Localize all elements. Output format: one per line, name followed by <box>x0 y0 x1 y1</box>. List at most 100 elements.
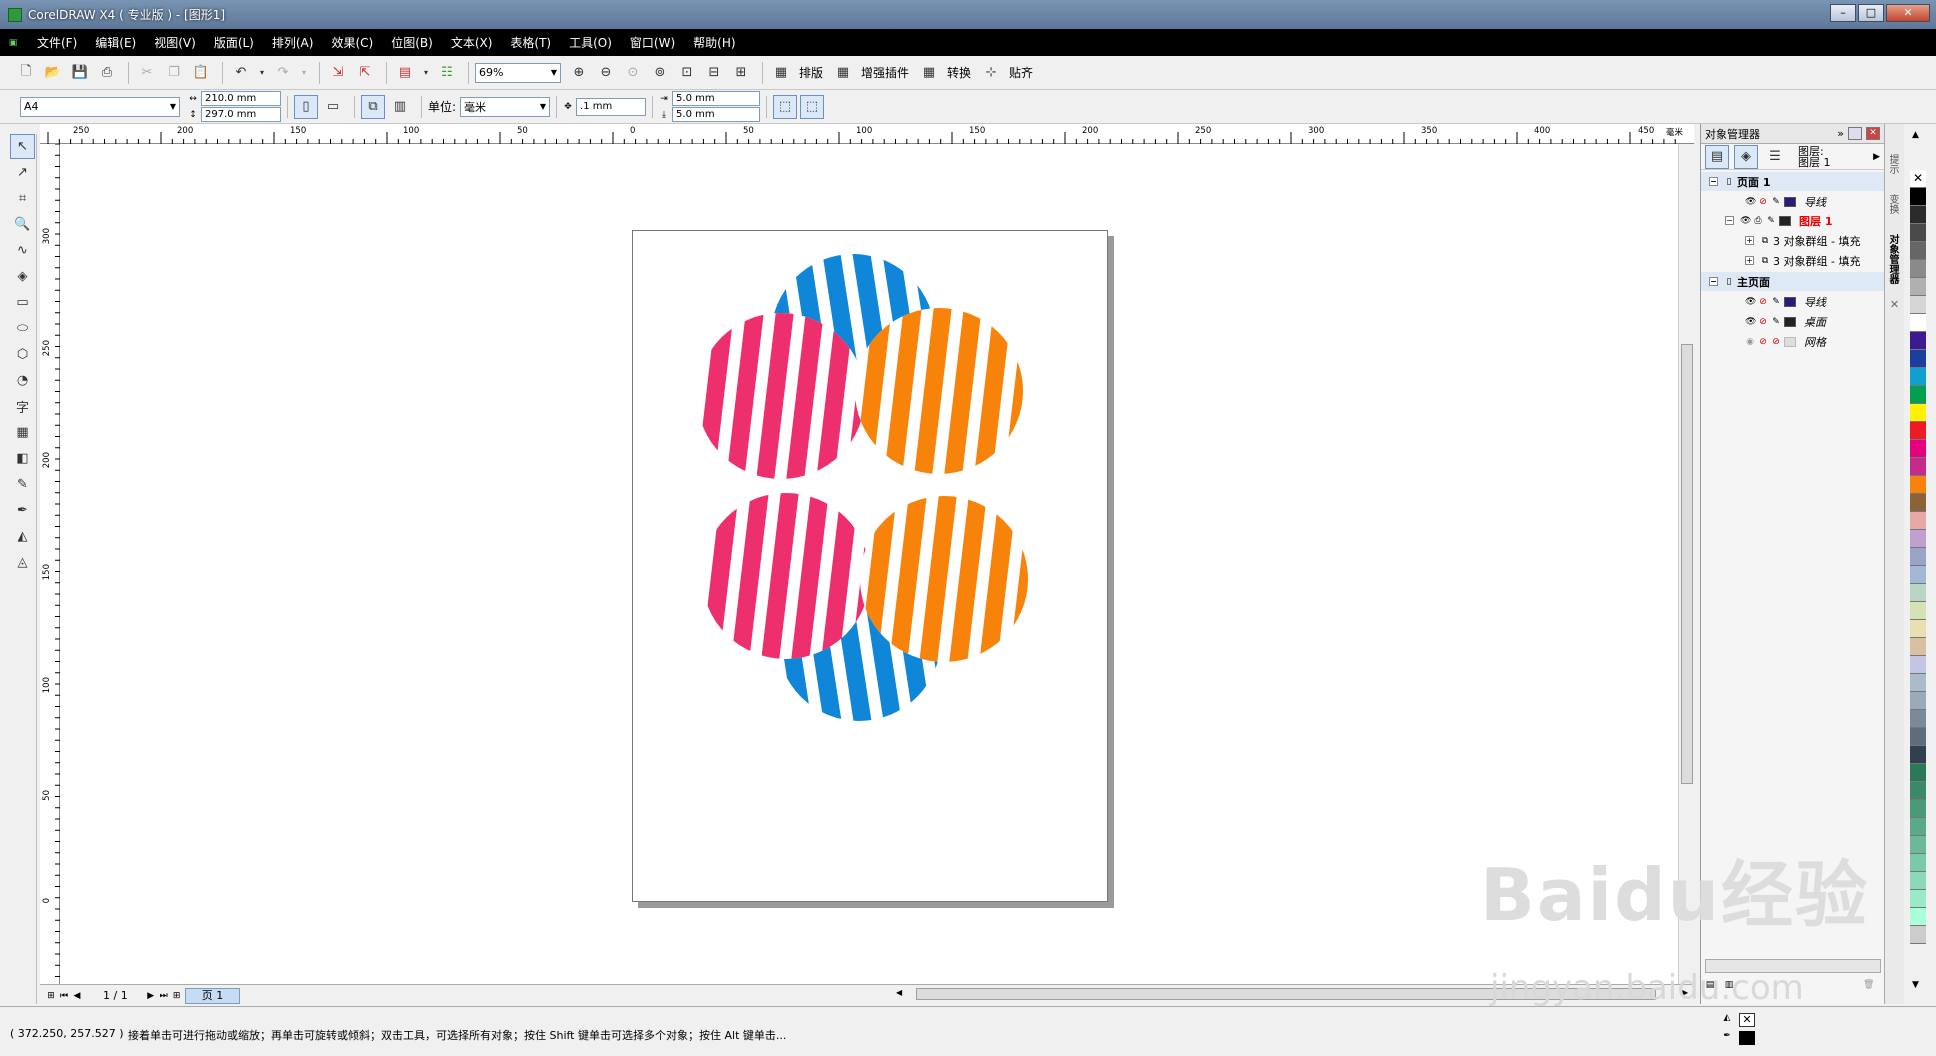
tree-group-1[interactable]: + ⧉ 3 对象群组 - 填充 <box>1701 231 1885 250</box>
current-page-icon[interactable]: ▥ <box>388 95 412 119</box>
palette-swatch[interactable] <box>1910 242 1926 260</box>
palette-swatch[interactable] <box>1910 494 1926 512</box>
expand-icon[interactable]: + <box>1745 236 1754 245</box>
palette-scroll-down-icon[interactable]: ▼ <box>1912 980 1919 990</box>
palette-swatch[interactable] <box>1910 530 1926 548</box>
print-disabled-icon[interactable]: ⊘ <box>1758 197 1768 207</box>
duplicate-x-field[interactable]: 5.0 mm <box>672 91 761 106</box>
shape-tool-icon[interactable]: ↗ <box>10 160 35 185</box>
delete-icon[interactable]: 🗑 <box>1863 980 1874 990</box>
duplicate-y-field[interactable]: 5.0 mm <box>672 107 761 122</box>
nudge-distance-field[interactable]: .1 mm <box>576 97 647 116</box>
palette-swatch[interactable] <box>1910 692 1926 710</box>
visible-eye-icon[interactable]: 👁 <box>1745 297 1756 307</box>
palette-swatch[interactable] <box>1910 638 1926 656</box>
palette-swatch[interactable] <box>1910 818 1926 836</box>
collapse-icon[interactable]: − <box>1709 177 1718 186</box>
printable-icon[interactable]: ⎙ <box>1753 216 1763 226</box>
add-page-before-icon[interactable]: ⊞ <box>46 991 56 1001</box>
convert-button[interactable]: 转换 <box>947 64 971 81</box>
menu-layout[interactable]: 版面(L) <box>214 34 254 51</box>
expand-docker-icon[interactable]: » <box>1837 127 1844 140</box>
print-disabled-icon[interactable]: ⊘ <box>1758 317 1768 327</box>
palette-swatch[interactable] <box>1910 350 1926 368</box>
rectangle-tool-icon[interactable]: ▭ <box>10 290 35 315</box>
menu-arrange[interactable]: 排列(A) <box>272 34 314 51</box>
show-properties-icon[interactable]: ▤ <box>1705 144 1729 169</box>
horizontal-ruler[interactable]: 250 200 150 100 50 0 50 100 150 200 250 … <box>40 124 1694 144</box>
new-document-icon[interactable]: 🗋 <box>14 61 38 85</box>
palette-swatch[interactable] <box>1910 206 1926 224</box>
palette-swatch[interactable] <box>1910 566 1926 584</box>
edit-disabled-icon[interactable]: ⊘ <box>1771 337 1781 347</box>
cut-icon[interactable]: ✂ <box>135 61 159 85</box>
palette-swatch[interactable] <box>1910 710 1926 728</box>
hidden-eye-icon[interactable]: ◉ <box>1745 337 1755 347</box>
palette-swatch[interactable] <box>1910 368 1926 386</box>
zoom-tool-icon[interactable]: 🔍 <box>10 212 35 237</box>
interactive-fill-tool-icon[interactable]: ◬ <box>10 550 35 575</box>
palette-swatch[interactable] <box>1910 404 1926 422</box>
editable-pencil-icon[interactable]: ✎ <box>1766 216 1776 226</box>
outline-tool-icon[interactable]: ✒ <box>10 498 35 523</box>
pick-tool-icon[interactable]: ↖ <box>10 134 35 159</box>
menu-effects[interactable]: 效果(C) <box>331 34 373 51</box>
visible-eye-icon[interactable]: 👁 <box>1745 317 1756 327</box>
outline-swatch[interactable] <box>1739 1031 1755 1045</box>
app-icon[interactable] <box>8 7 22 22</box>
paper-width-field[interactable]: 210.0 mm <box>201 91 281 106</box>
edit-scale-icon[interactable]: ⬚ <box>800 94 825 119</box>
plugin-icon[interactable]: ▦ <box>831 61 855 85</box>
menu-file[interactable]: 文件(F) <box>37 34 77 51</box>
palette-swatch[interactable] <box>1910 602 1926 620</box>
previous-page-icon[interactable]: ◀ <box>72 991 82 1001</box>
zoom-in-icon[interactable]: ⊕ <box>567 61 591 85</box>
palette-swatch[interactable] <box>1910 926 1926 944</box>
palette-swatch[interactable] <box>1910 188 1926 206</box>
palette-swatch[interactable] <box>1910 584 1926 602</box>
close-button[interactable]: ✕ <box>1886 4 1930 22</box>
eyedropper-tool-icon[interactable]: ✎ <box>10 472 35 497</box>
export-icon[interactable]: ⇱ <box>353 61 377 85</box>
palette-swatch[interactable] <box>1910 836 1926 854</box>
zoom-width-icon[interactable]: ⊟ <box>702 61 726 85</box>
palette-swatch[interactable] <box>1910 476 1926 494</box>
application-launcher-icon[interactable]: ▤ <box>393 61 417 85</box>
docker-minimize-button[interactable] <box>1848 127 1862 140</box>
snap-icon[interactable]: ⊹ <box>979 61 1003 85</box>
first-page-icon[interactable]: ⏮ <box>59 991 69 1001</box>
text-tool-icon[interactable]: 字 <box>10 394 35 419</box>
menu-help[interactable]: 帮助(H) <box>693 34 735 51</box>
palette-swatch[interactable] <box>1910 386 1926 404</box>
zoom-level-select[interactable]: 69% ▼ <box>475 62 561 83</box>
layer-manager-view-icon[interactable]: ☰ <box>1763 145 1787 169</box>
palette-swatch[interactable] <box>1910 458 1926 476</box>
palette-swatch[interactable] <box>1910 314 1926 332</box>
landscape-icon[interactable]: ▭ <box>321 95 345 119</box>
ellipse-tool-icon[interactable]: ⬭ <box>10 316 35 341</box>
save-icon[interactable]: 💾 <box>68 61 92 85</box>
undo-icon[interactable]: ↶ <box>229 61 253 85</box>
zoom-out-icon[interactable]: ⊖ <box>594 61 618 85</box>
fill-swatch[interactable]: ✕ <box>1739 1013 1755 1027</box>
interactive-blend-tool-icon[interactable]: ◧ <box>10 446 35 471</box>
drawing-page[interactable] <box>632 230 1108 902</box>
editable-pencil-icon[interactable]: ✎ <box>1771 317 1781 327</box>
palette-swatch[interactable] <box>1910 656 1926 674</box>
docker-close-icon[interactable]: ✕ <box>1866 127 1880 140</box>
page-tab[interactable]: 页 1 <box>184 987 241 1004</box>
enhance-plugin-button[interactable]: 增强插件 <box>861 64 909 81</box>
menu-edit[interactable]: 编辑(E) <box>95 34 136 51</box>
palette-swatch[interactable] <box>1910 278 1926 296</box>
freehand-tool-icon[interactable]: ∿ <box>10 238 35 263</box>
docker-tab-hints[interactable]: 提示 <box>1885 154 1900 174</box>
docker-flyout-icon[interactable]: ▶ <box>1873 152 1880 162</box>
palette-swatch[interactable] <box>1910 620 1926 638</box>
all-pages-icon[interactable]: ⧉ <box>361 94 385 119</box>
zoom-page-icon[interactable]: ⊡ <box>675 61 699 85</box>
tree-group-2[interactable]: + ⧉ 3 对象群组 - 填充 <box>1701 251 1885 270</box>
print-disabled-icon[interactable]: ⊘ <box>1758 337 1768 347</box>
palette-swatch[interactable] <box>1910 728 1926 746</box>
palette-swatch[interactable] <box>1910 332 1926 350</box>
redo-icon[interactable]: ↷ <box>271 61 295 85</box>
